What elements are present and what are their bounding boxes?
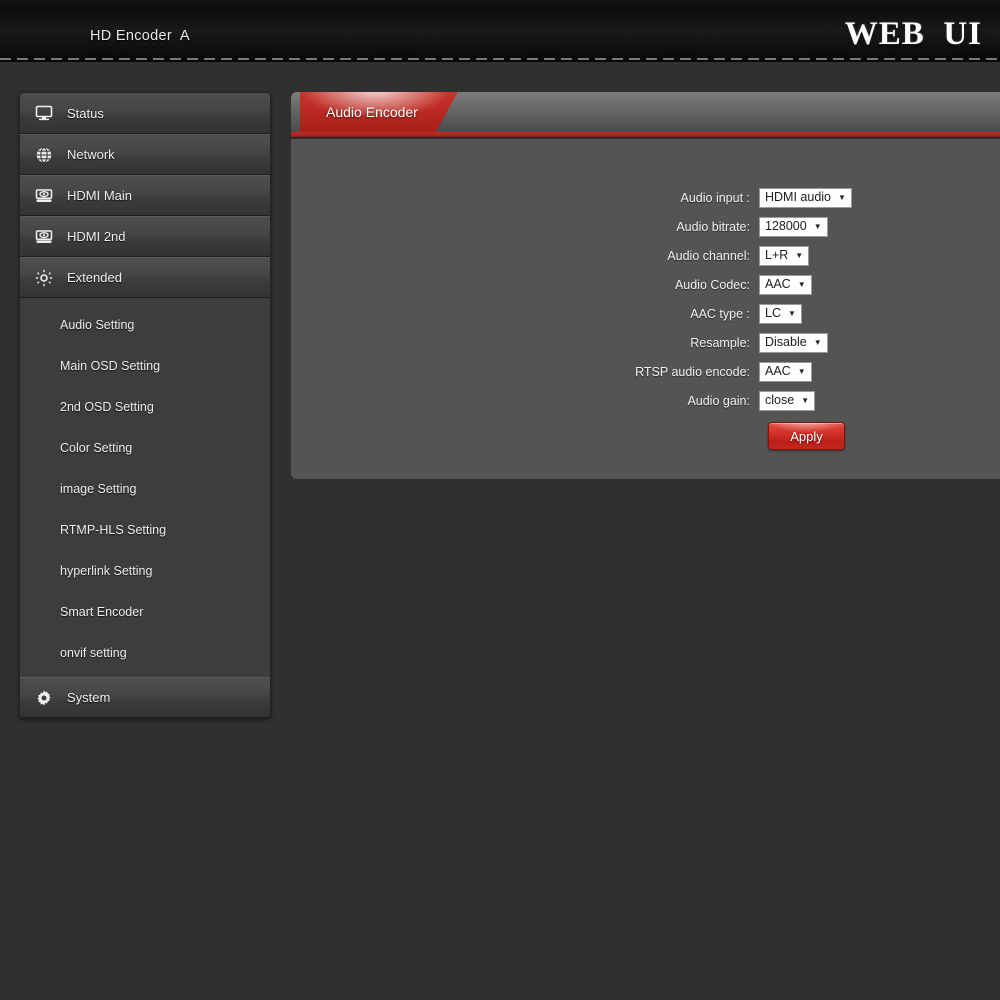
audio-codec-select[interactable]: AAC ▼ [759, 274, 812, 295]
form-row: AAC type : LC ▼ [291, 299, 1000, 328]
hdmi-device-icon [34, 227, 53, 246]
audio-bitrate-label: Audio bitrate: [676, 219, 750, 234]
resample-label: Resample: [690, 335, 750, 350]
audio-channel-label: Audio channel: [667, 248, 750, 263]
sidebar: Status Network HDMI Main HDMI 2nd Extend… [19, 92, 271, 719]
select-value: L+R [765, 248, 789, 263]
chevron-down-icon: ▼ [797, 366, 806, 376]
tab-audio-encoder[interactable]: Audio Encoder [300, 92, 458, 132]
audio-input-label: Audio input : [680, 190, 751, 205]
form-row: Audio input : HDMI audio ▼ [291, 183, 1000, 212]
sidebar-subitem-2nd-osd-setting[interactable]: 2nd OSD Setting [20, 386, 270, 427]
sidebar-item-system[interactable]: System [20, 677, 270, 718]
form-row: Audio gain: close ▼ [291, 386, 1000, 415]
sidebar-subitem-color-setting[interactable]: Color Setting [20, 427, 270, 468]
sidebar-subitem-smart-encoder[interactable]: Smart Encoder [20, 591, 270, 632]
audio-gain-label: Audio gain: [687, 393, 750, 408]
resample-select[interactable]: Disable ▼ [759, 332, 828, 353]
panel-accent-rule [291, 132, 1000, 139]
chevron-down-icon: ▼ [801, 395, 810, 405]
form-row: Audio channel: L+R ▼ [291, 241, 1000, 270]
panel-tab-bar: Audio Encoder [291, 92, 1000, 132]
chevron-down-icon: ▼ [795, 250, 804, 260]
sidebar-item-status[interactable]: Status [20, 93, 270, 134]
select-value: 128000 [765, 219, 807, 234]
select-value: HDMI audio [765, 190, 831, 205]
sidebar-submenu-extended: Audio Setting Main OSD Setting 2nd OSD S… [20, 298, 270, 677]
apply-button[interactable]: Apply [768, 422, 845, 450]
audio-encoder-form: Audio input : HDMI audio ▼ Audio bitrate… [291, 183, 1000, 450]
sidebar-item-extended[interactable]: Extended [20, 257, 270, 298]
globe-icon [34, 145, 53, 164]
form-row: RTSP audio encode: AAC ▼ [291, 357, 1000, 386]
chevron-down-icon: ▼ [797, 279, 806, 289]
sidebar-subitem-main-osd-setting[interactable]: Main OSD Setting [20, 345, 270, 386]
sidebar-subitem-onvif-setting[interactable]: onvif setting [20, 632, 270, 673]
audio-input-select[interactable]: HDMI audio ▼ [759, 187, 852, 208]
sidebar-subitem-rtmp-hls-setting[interactable]: RTMP-HLS Setting [20, 509, 270, 550]
sidebar-item-network[interactable]: Network [20, 134, 270, 175]
sun-settings-icon [34, 268, 53, 287]
web-ui-logo: WEB UI [844, 16, 982, 52]
audio-channel-select[interactable]: L+R ▼ [759, 245, 810, 266]
monitor-icon [34, 104, 53, 123]
audio-gain-select[interactable]: close ▼ [759, 390, 816, 411]
audio-codec-label: Audio Codec: [674, 277, 750, 292]
sidebar-item-label: System [67, 690, 111, 705]
select-value: Disable [765, 335, 807, 350]
tab-label: Audio Encoder [326, 104, 418, 120]
sidebar-subitem-audio-setting[interactable]: Audio Setting [20, 304, 270, 345]
apply-row: Apply [291, 422, 1000, 450]
chevron-down-icon: ▼ [787, 308, 796, 318]
form-row: Audio bitrate: 128000 ▼ [291, 212, 1000, 241]
select-value: close [765, 393, 795, 408]
sidebar-item-label: HDMI 2nd [67, 229, 126, 244]
sidebar-subitem-hyperlink-setting[interactable]: hyperlink Setting [20, 550, 270, 591]
chevron-down-icon: ▼ [813, 337, 822, 347]
chevron-down-icon: ▼ [813, 221, 822, 231]
sidebar-item-label: HDMI Main [67, 188, 133, 203]
hdmi-device-icon [34, 186, 53, 205]
form-row: Audio Codec: AAC ▼ [291, 270, 1000, 299]
sidebar-item-hdmi-main[interactable]: HDMI Main [20, 175, 270, 216]
app-title: HD Encoder A [90, 28, 190, 44]
chevron-down-icon: ▼ [838, 192, 846, 202]
sidebar-subitem-image-setting[interactable]: image Setting [20, 468, 270, 509]
sidebar-item-label: Status [67, 105, 104, 121]
sidebar-item-label: Extended [67, 270, 122, 285]
gear-icon [34, 688, 53, 707]
aac-type-label: AAC type : [690, 306, 750, 321]
form-row: Resample: Disable ▼ [291, 328, 1000, 357]
select-value: AAC [765, 364, 791, 379]
aac-type-select[interactable]: LC ▼ [759, 303, 802, 324]
panel-body: Audio input : HDMI audio ▼ Audio bitrate… [291, 139, 1000, 477]
sidebar-item-hdmi-2nd[interactable]: HDMI 2nd [20, 216, 270, 257]
audio-bitrate-select[interactable]: 128000 ▼ [759, 216, 828, 237]
rtsp-audio-encode-label: RTSP audio encode: [635, 364, 750, 379]
select-value: AAC [765, 277, 791, 292]
rtsp-audio-encode-select[interactable]: AAC ▼ [759, 361, 812, 382]
select-value: LC [765, 306, 781, 321]
content-panel: Audio Encoder Audio input : HDMI audio ▼… [291, 92, 1000, 479]
sidebar-item-label: Network [67, 147, 115, 162]
app-header: HD Encoder A WEB UI [0, 0, 1000, 62]
